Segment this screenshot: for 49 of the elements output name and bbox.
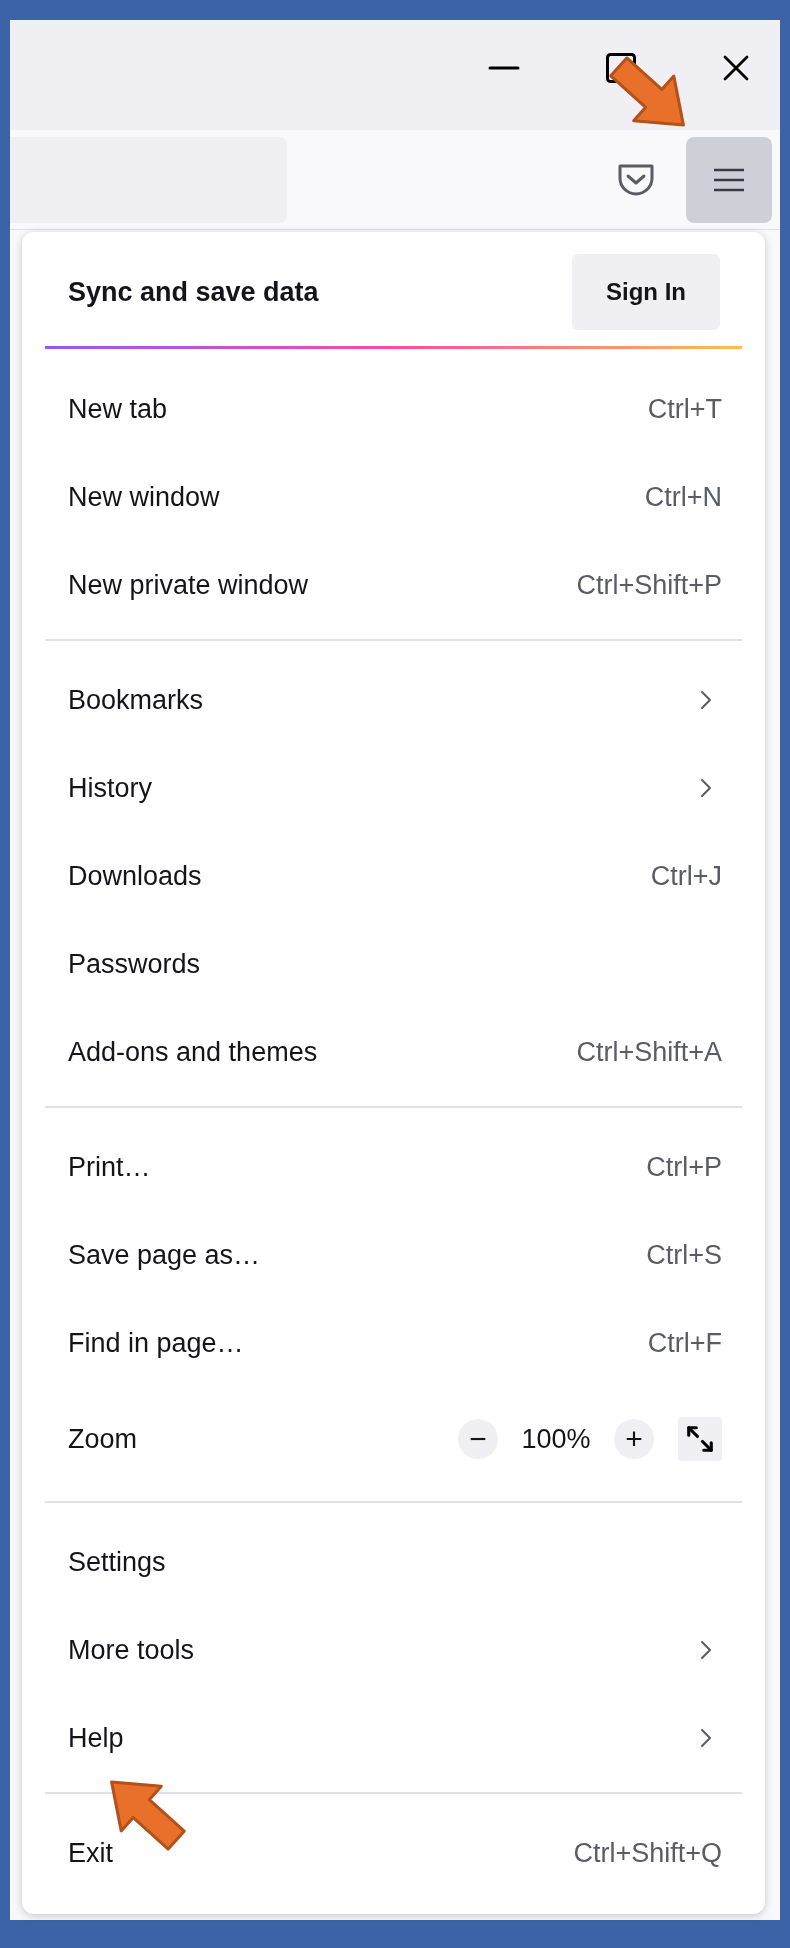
menu-item-label: New private window [68,568,309,602]
menu-item[interactable]: New private window Ctrl+Shift+P [22,541,765,629]
keyboard-shortcut: Ctrl+S [646,1238,722,1272]
menu-item-label: Find in page… [68,1326,244,1360]
menu-item-label: Save page as… [68,1238,261,1272]
menu-item[interactable]: New tab Ctrl+T [22,365,765,453]
keyboard-shortcut: Ctrl+N [644,480,722,514]
keyboard-shortcut: Ctrl+P [646,1150,722,1184]
keyboard-shortcut: Ctrl+F [647,1326,722,1360]
menu-item-label: History [68,771,152,805]
menu-item[interactable]: Save page as… Ctrl+S [22,1211,765,1299]
keyboard-shortcut: Ctrl+T [647,392,722,426]
menu-item-label: Passwords [68,947,201,981]
keyboard-shortcut: Ctrl+Shift+P [576,568,722,602]
menu-item-label: New tab [68,392,168,426]
menu-item[interactable]: More tools [22,1606,765,1694]
menu-item[interactable]: Settings [22,1518,765,1606]
menu-item-label: Exit [68,1836,113,1870]
menu-item-label: Add-ons and themes [68,1035,318,1069]
menu-item[interactable]: Help [22,1694,765,1782]
menu-item[interactable]: Find in page… Ctrl+F [22,1299,765,1387]
menu-item[interactable]: History [22,744,765,832]
menu-item[interactable]: Bookmarks [22,656,765,744]
menu-item[interactable]: Downloads Ctrl+J [22,832,765,920]
menu-item-label: More tools [68,1633,195,1667]
menu-item[interactable]: Exit Ctrl+Shift+Q [22,1809,765,1897]
menu-item-label: New window [68,480,220,514]
expand-icon [685,1424,715,1454]
menu-item[interactable]: Add-ons and themes Ctrl+Shift+A [22,1008,765,1096]
keyboard-shortcut: Ctrl+J [650,859,722,893]
fullscreen-button[interactable] [678,1417,722,1461]
menu-item[interactable]: Passwords [22,920,765,1008]
menu-icon [712,166,746,193]
menu-item-label: Settings [68,1545,166,1579]
keyboard-shortcut: Ctrl+Shift+A [576,1035,722,1069]
menu-item[interactable]: Print… Ctrl+P [22,1123,765,1211]
menu-button[interactable] [686,136,772,223]
menu-item-label: Bookmarks [68,683,204,717]
menu-item-label: Downloads [68,859,202,893]
sign-in-button[interactable]: Sign In [572,254,720,330]
zoom-in-button[interactable]: + [614,1419,654,1459]
zoom-reset-button[interactable]: 100% [498,1418,614,1460]
zoom-out-button[interactable]: − [458,1419,498,1459]
menu-item[interactable]: New window Ctrl+N [22,453,765,541]
menu-item-label: Print… [68,1150,151,1184]
sync-title: Sync and save data [68,275,319,309]
zoom-label: Zoom [68,1422,138,1456]
menu-item-label: Help [68,1721,124,1755]
keyboard-shortcut: Ctrl+Shift+Q [573,1836,722,1870]
